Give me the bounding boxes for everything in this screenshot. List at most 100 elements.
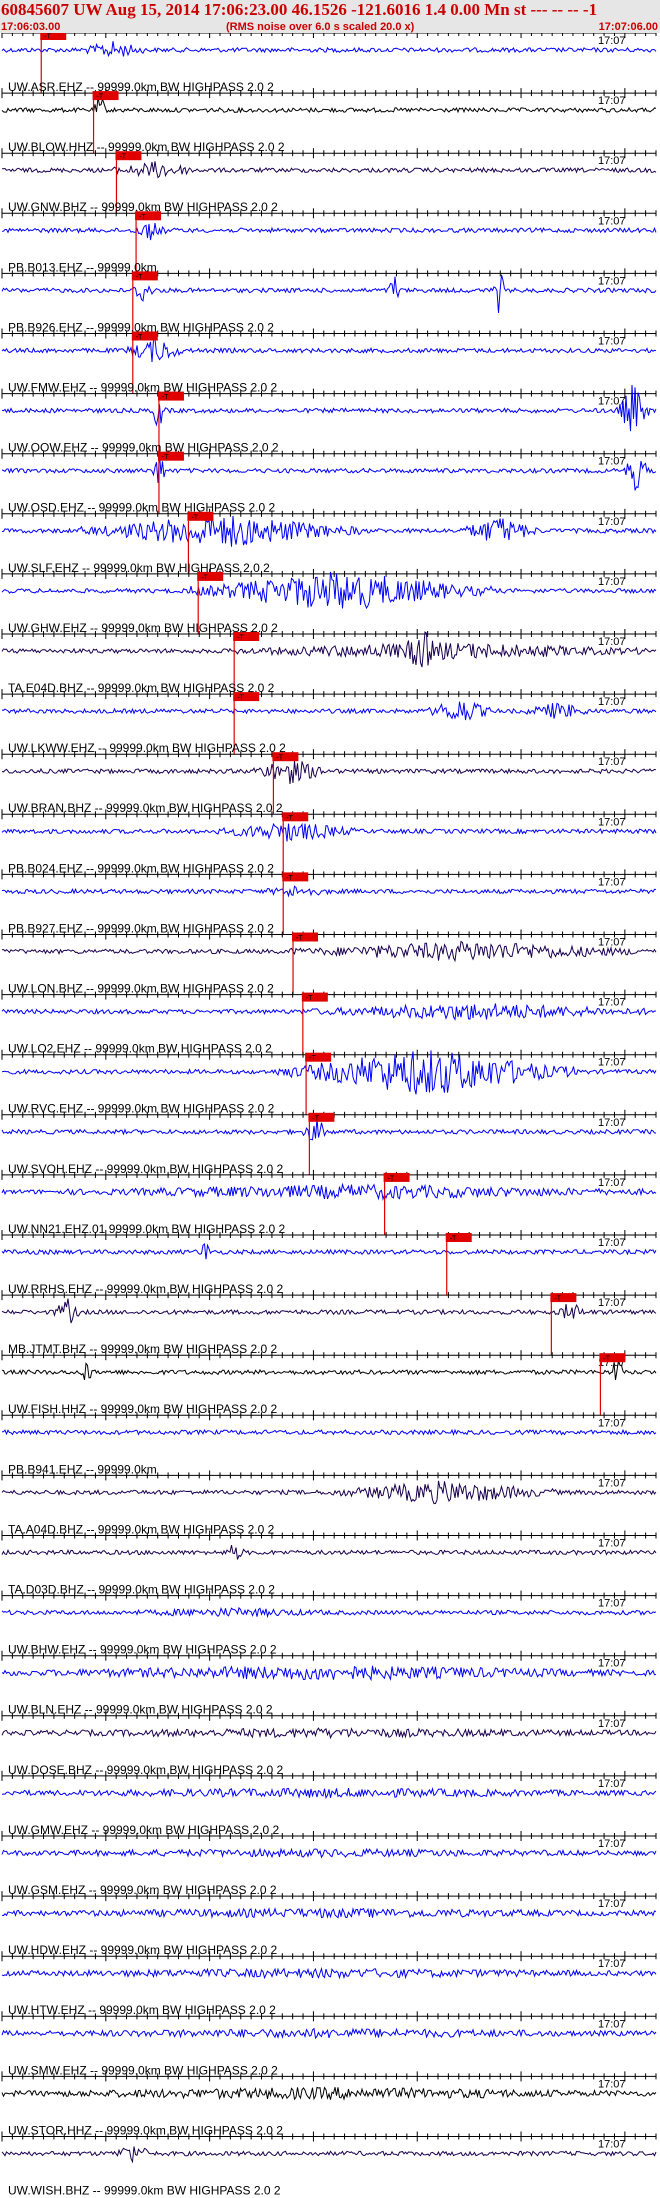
tick-time-label: 17:07 xyxy=(598,95,626,107)
waveform xyxy=(1,1182,657,1201)
pick-marker-label: -T xyxy=(201,574,208,581)
tick-time-label: 17:07 xyxy=(598,576,626,588)
pick-marker-label: -T xyxy=(286,815,293,822)
trace-row: 17:07 UW.BHW.EHZ -- 99999.0km BW HIGHPASS… xyxy=(1,1590,657,1657)
waveform xyxy=(1,1907,657,1919)
pick-marker-label: -T xyxy=(306,995,313,1002)
trace-row: 17:07 TA.A04D.BHZ -- 99999.0km BW HIGHPAS… xyxy=(1,1470,657,1536)
event-title: 60845607 UW Aug 15, 2014 17:06:23.00 46.… xyxy=(1,0,598,19)
waveform xyxy=(1,2086,657,2101)
tick-time-label: 17:07 xyxy=(598,1477,626,1489)
tick-time-label: 17:07 xyxy=(598,336,626,348)
pick-marker-label: -T xyxy=(296,935,303,942)
station-label: MB.JTMT.BHZ -- 99999.0km BW HIGHPASS 2.0… xyxy=(8,1342,278,1356)
tick-time-label: 17:07 xyxy=(598,937,626,949)
trace-row: 17:07-TTA.E04D.BHZ -- 99999.0km BW HIGHP… xyxy=(1,629,657,695)
trace-row: 17:07 UW.STOR.HHZ -- 99999.0km BW HIGHPAS… xyxy=(1,2071,657,2137)
tick-time-label: 17:07 xyxy=(598,876,626,888)
tick-time-label: 17:07 xyxy=(598,1958,626,1970)
trace-row: 17:07-TPB.B926.EHZ -- 99999.0km BW HIGHP… xyxy=(1,268,657,334)
station-label: UW.OSD.EHZ -- 99999.0km BW HIGHPASS 2.0 … xyxy=(8,501,276,515)
station-label: UW.FMW.EHZ -- 99999.0km BW HIGHPASS 2.0 … xyxy=(8,381,277,395)
pick-marker-label: -T xyxy=(450,1236,457,1243)
waveform xyxy=(1,701,657,721)
trace-row: 17:07 -T MB.JTMT.BHZ -- 99999.0km BW HIGHP… xyxy=(1,1290,657,1356)
pick-marker-label: -T xyxy=(191,514,198,521)
pick-marker-label: -T xyxy=(312,1115,319,1122)
waveform xyxy=(1,1606,657,1619)
trace-row: 17:07-TUW.GHW.EHZ -- 99999.0km BW HIGHPA… xyxy=(1,568,657,635)
waveform xyxy=(1,2146,657,2164)
trace-row: 17:07 -T PB.B927.EHZ -- 99999.0km BW HIGHP… xyxy=(1,869,657,935)
station-label: UW.NN21.EHZ.01 99999.0km BW HIGHPASS 2.0… xyxy=(8,1222,286,1236)
pick-marker-label: -T xyxy=(162,394,169,401)
pick-marker-label: -T xyxy=(136,274,143,281)
station-label: UW.LON.BHZ -- 99999.0km BW HIGHPASS 2.0 … xyxy=(8,982,274,996)
trace-row: 17:07 UW.GMW.EHZ -- 99999.0km BW HIGHPASS… xyxy=(1,1770,657,1837)
station-label: PB.B941.EHZ -- 99999.0km xyxy=(8,1462,157,1476)
tick-time-label: 17:07 xyxy=(598,756,626,768)
tick-time-label: 17:07 xyxy=(598,636,626,648)
tick-time-label: 17:07 xyxy=(598,456,626,468)
station-label: UW.ASR.EHZ -- 99999.0km BW HIGHPASS 2.0 … xyxy=(8,80,274,94)
waveform xyxy=(2,1428,657,1437)
trace-row: 17:07-TUW.GNW.BHZ -- 99999.0km BW HIGHPA… xyxy=(1,148,657,214)
tick-time-label: 17:07 xyxy=(598,1538,626,1550)
station-label: UW.OOW.EHZ -- 99999.0km BW HIGHPASS 2.0 … xyxy=(8,441,279,455)
trace-row: 17:07 -T UW.BLOW.HHZ -- 99999.0km BW HIGHP… xyxy=(1,88,657,154)
scale-note: (RMS noise over 6.0 s scaled 20.0 x) xyxy=(226,21,415,33)
waveform xyxy=(1,1665,657,1682)
station-label: UW.BLOW.HHZ -- 99999.0km BW HIGHPASS 2.0… xyxy=(8,140,285,154)
trace-row: 17:07 -T UW.LON.BHZ -- 99999.0km BW HIGHPA… xyxy=(1,929,657,996)
waveform xyxy=(1,1966,657,1980)
pick-marker-label: -T xyxy=(276,755,283,762)
waveform xyxy=(1,1727,657,1740)
tick-time-label: 17:07 xyxy=(598,1598,626,1610)
station-label: UW.DOSE.BHZ -- 99999.0km BW HIGHPASS 2.0… xyxy=(8,1763,284,1777)
tick-time-label: 17:07 xyxy=(598,2018,626,2030)
tick-time-label: 17:07 xyxy=(598,516,626,528)
tick-time-label: 17:07 xyxy=(598,1297,626,1309)
pick-marker-label: -T xyxy=(162,454,169,461)
tick-time-label: 17:07 xyxy=(598,1177,626,1189)
end-time: 17:07:06.00 xyxy=(598,21,658,33)
tick-time-label: 17:07 xyxy=(598,1718,626,1730)
tick-time-label: 17:07 xyxy=(598,1838,626,1850)
trace-row: 17:07 -T UW.RRHS.EHZ -- 99999.0km BW HIGHP… xyxy=(1,1230,657,1296)
station-label: UW.SMW.EHZ -- 99999.0km BW HIGHPASS 2.0 … xyxy=(8,2063,278,2077)
waveform xyxy=(1,1544,657,1560)
station-label: UW.HDW.EHZ -- 99999.0km BW HIGHPASS 2.0 … xyxy=(8,1943,278,1957)
waveform xyxy=(1,223,657,241)
tick-time-label: 17:07 xyxy=(598,215,626,227)
waveform xyxy=(1,571,657,610)
trace-row: 17:07 UW.WISH.BHZ -- 99999.0km BW HIGHPAS… xyxy=(1,2131,657,2198)
waveform xyxy=(1,338,657,363)
pick-marker-label: -T xyxy=(388,1175,395,1182)
trace-row: 17:07 UW.DOSE.BHZ -- 99999.0km BW HIGHPAS… xyxy=(1,1710,657,1777)
trace-row: 17:07 -T UW.SVOH.EHZ -- 99999.0km BW HIGHP… xyxy=(1,1109,657,1176)
pick-marker-label: -T xyxy=(603,1356,610,1363)
trace-row: 17:07 TA.D03D.BHZ -- 99999.0km BW HIGHPAS… xyxy=(1,1530,657,1597)
trace-row: 17:07 -T UW.BRAN.BHZ -- 99999.0km BW HIGHP… xyxy=(1,749,657,815)
waveform xyxy=(1,631,657,668)
station-label: UW.BLN.EHZ -- 99999.0km BW HIGHPASS 2.0 … xyxy=(8,1703,273,1717)
station-label: UW.SVOH.EHZ -- 99999.0km BW HIGHPASS 2.0… xyxy=(8,1162,284,1176)
tick-time-label: 17:07 xyxy=(598,1658,626,1670)
seismogram-panel: 17:07 -T UW.ASR.EHZ -- 99999.0km BW HIGHPA… xyxy=(1,33,657,2198)
tick-time-label: 17:07 xyxy=(598,1898,626,1910)
waveform xyxy=(1,940,657,963)
station-label: UW.HTW.EHZ -- 99999.0km BW HIGHPASS 2.0 … xyxy=(8,2003,276,2017)
trace-row: 17:07 UW.HDW.EHZ -- 99999.0km BW HIGHPASS… xyxy=(1,1891,657,1957)
tick-time-label: 17:07 xyxy=(598,155,626,167)
station-label: UW.RVC.EHZ -- 99999.0km BW HIGHPASS 2.0 … xyxy=(8,1102,275,1116)
tick-time-label: 17:07 xyxy=(598,275,626,287)
waveform xyxy=(1,885,657,898)
station-label: UW.BHW.EHZ -- 99999.0km BW HIGHPASS 2.0 … xyxy=(8,1643,277,1657)
waveform xyxy=(1,41,657,58)
pick-marker-label: -T xyxy=(237,695,244,702)
station-label: UW.GSM.EHZ -- 99999.0km BW HIGHPASS 2.0 … xyxy=(8,1883,277,1897)
tick-time-label: 17:07 xyxy=(598,696,626,708)
waveform xyxy=(1,1003,656,1021)
station-label: UW.RRHS.EHZ -- 99999.0km BW HIGHPASS 2.0… xyxy=(8,1282,284,1296)
trace-row: 17:07 UW.SMW.EHZ -- 99999.0km BW HIGHPASS… xyxy=(1,2011,657,2077)
